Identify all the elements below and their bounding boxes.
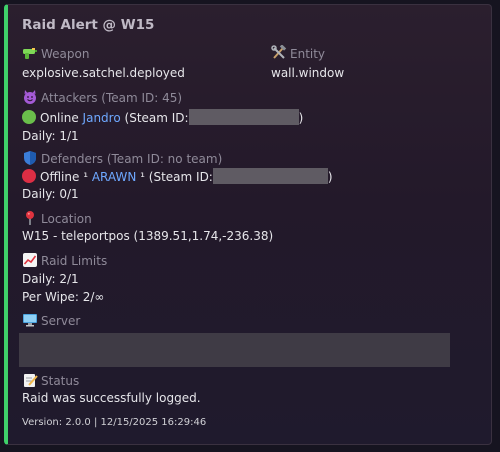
defenders-field-label: Defenders (Team ID: no team): [22, 150, 222, 166]
memo-icon: [24, 374, 38, 387]
location-field-label: Location: [22, 210, 92, 226]
weapon-field-label: Weapon: [22, 45, 89, 61]
status-field-label: Status: [22, 372, 79, 388]
raid-limits-field-label: Raid Limits: [22, 252, 107, 268]
defender-player-suffix: ¹: [140, 170, 145, 184]
raid-alert-embed: Raid Alert @ W15 Weapon explosive.satche…: [4, 4, 492, 445]
server-label: Server: [41, 314, 81, 328]
raid-limits-per-wipe: Per Wipe: 2/∞: [22, 290, 105, 304]
location-label: Location: [41, 212, 92, 226]
attacker-daily: Daily: 1/1: [22, 129, 79, 143]
weapon-label: Weapon: [41, 47, 90, 61]
defender-player-line: Offline ¹ ARAWN ¹ (Steam ID:): [22, 168, 333, 184]
defender-steam-suffix: ): [327, 170, 333, 184]
weapon-value: explosive.satchel.deployed: [22, 66, 185, 80]
attacker-steam-id-redacted: [188, 109, 299, 125]
shield-icon: [24, 151, 36, 165]
server-field-label: Server: [22, 312, 80, 328]
defenders-label: Defenders (Team ID: no team): [41, 152, 223, 166]
attacker-player-line: Online Jandro (Steam ID:): [22, 109, 303, 125]
entity-field-label: Entity: [271, 45, 325, 61]
attacker-steam-prefix: (Steam ID:: [124, 111, 189, 125]
embed-title: Raid Alert @ W15: [22, 17, 155, 33]
attacker-steam-suffix: ): [298, 111, 304, 125]
hammer-wrench-icon: [271, 45, 287, 59]
desktop-computer-icon: [23, 314, 37, 327]
defender-player-prefix: ¹: [83, 170, 89, 184]
status-label: Status: [41, 374, 80, 388]
attackers-field-label: Attackers (Team ID: 45): [22, 89, 182, 105]
entity-label: Entity: [290, 47, 326, 61]
defender-daily: Daily: 0/1: [22, 187, 79, 201]
chart-increasing-icon: [23, 253, 37, 267]
raid-limits-daily: Daily: 2/1: [22, 272, 79, 286]
status-value: Raid was successfully logged.: [22, 391, 201, 405]
attacker-player-link[interactable]: Jandro: [83, 111, 121, 125]
embed-footer: Version: 2.0.0 | 12/15/2025 16:29:46: [22, 417, 207, 428]
location-value: W15 - teleportpos (1389.51,1.74,-236.38): [22, 229, 274, 243]
attackers-label: Attackers (Team ID: 45): [41, 91, 183, 105]
water-pistol-icon: [23, 48, 37, 59]
server-value-redacted: [19, 333, 450, 367]
defender-status: Offline: [40, 170, 80, 184]
round-pushpin-icon: [26, 211, 34, 225]
defender-player-link[interactable]: ARAWN: [92, 170, 136, 184]
entity-value: wall.window: [271, 66, 345, 80]
defender-steam-id-redacted: [212, 168, 328, 184]
attacker-status: Online: [40, 111, 79, 125]
smiling-devil-icon: [24, 90, 36, 104]
green-circle-icon: [22, 110, 36, 124]
defender-steam-prefix: (Steam ID:: [148, 170, 213, 184]
red-circle-icon: [22, 169, 36, 183]
raid-limits-label: Raid Limits: [41, 254, 108, 268]
